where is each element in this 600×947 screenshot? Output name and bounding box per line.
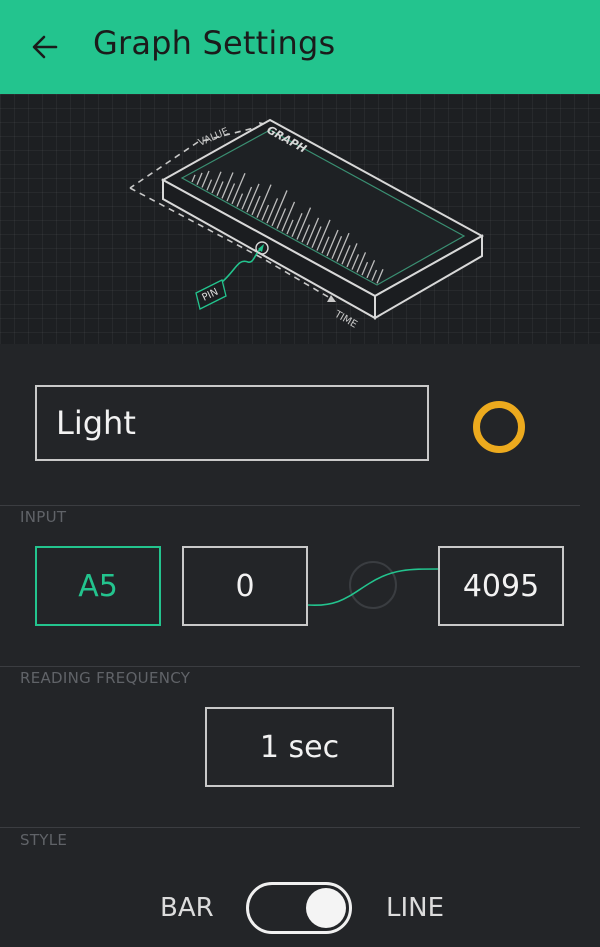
- page-title: Graph Settings: [93, 24, 336, 62]
- style-line-label: LINE: [386, 893, 445, 923]
- time-axis-label: TIME: [332, 309, 359, 331]
- reading-frequency-select[interactable]: 1 sec: [205, 707, 394, 787]
- color-picker-button[interactable]: [473, 401, 525, 453]
- reading-frequency-section-label: READING FREQUENCY: [20, 669, 191, 687]
- divider: [0, 827, 580, 828]
- max-value-input[interactable]: 4095: [438, 546, 564, 626]
- style-section-label: STYLE: [20, 831, 68, 849]
- toggle-knob: [306, 888, 346, 928]
- arrow-left-icon[interactable]: [28, 30, 62, 64]
- pin-select-button[interactable]: A5: [35, 546, 161, 626]
- divider: [0, 666, 580, 667]
- style-toggle-switch[interactable]: [246, 882, 352, 934]
- divider: [0, 505, 580, 506]
- widget-name-input[interactable]: Light: [35, 385, 429, 461]
- graph-illustration: VALUE TIME GRAPH PIN: [0, 94, 600, 344]
- min-value-input[interactable]: 0: [182, 546, 308, 626]
- range-connector: [307, 561, 439, 609]
- input-section-label: INPUT: [20, 508, 67, 526]
- app-header: Graph Settings: [0, 0, 600, 94]
- style-bar-label: BAR: [160, 893, 214, 923]
